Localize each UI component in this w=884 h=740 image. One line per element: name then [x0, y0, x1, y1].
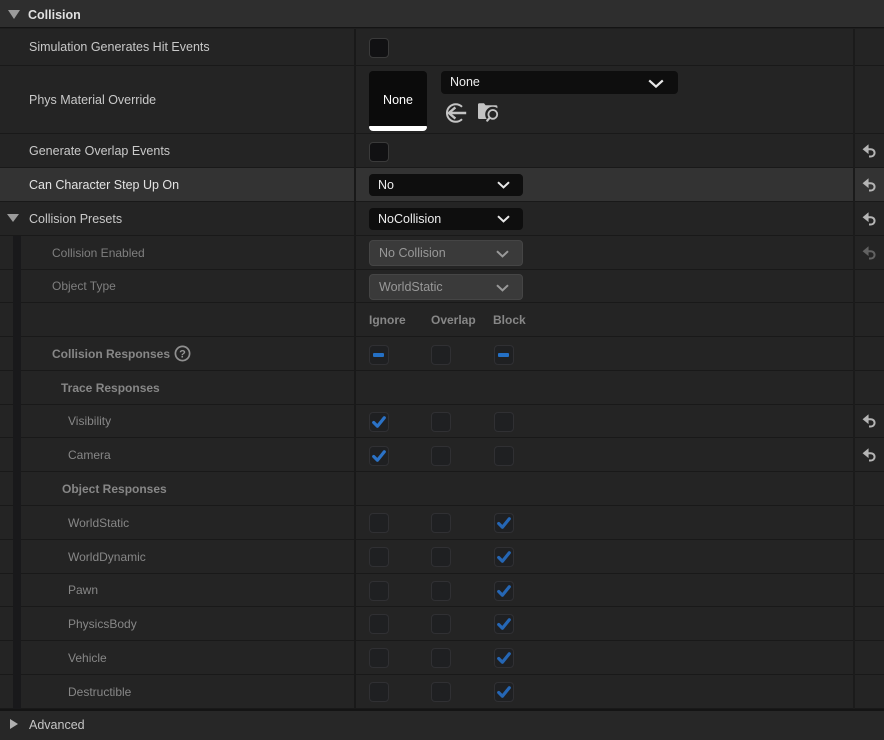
- svg-text:?: ?: [179, 349, 186, 361]
